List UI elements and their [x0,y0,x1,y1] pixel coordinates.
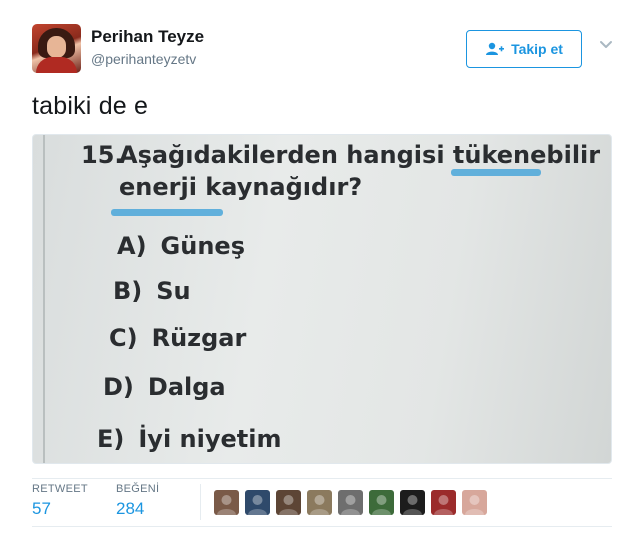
option-e: E) İyi niyetim [97,425,281,453]
retweet-count[interactable]: 57 [32,499,88,519]
follow-button[interactable]: Takip et [466,30,582,68]
tweet-header: Perihan Teyze @perihanteyzetv Takip et [32,24,612,76]
retweet-stat[interactable]: RETWEET 57 [32,483,88,519]
user-avatar-icon[interactable] [245,490,270,515]
likers-list [214,490,487,515]
add-user-icon [486,42,505,55]
question-number: 15. [81,141,124,169]
highlight-mark-2 [111,209,223,216]
highlight-mark-1 [451,169,541,176]
tweet-text: tabiki de e [32,92,149,120]
option-a: A) Güneş [117,232,245,260]
likes-count[interactable]: 284 [116,499,159,519]
option-text: Rüzgar [151,324,247,352]
stats-separator [200,484,201,520]
stats-divider-top [32,478,612,479]
option-letter: E) [97,425,125,453]
option-letter: B) [113,277,143,305]
option-text: Su [156,277,191,305]
user-avatar-icon[interactable] [214,490,239,515]
user-avatar-icon[interactable] [369,490,394,515]
user-avatar-icon[interactable] [276,490,301,515]
avatar[interactable] [32,24,81,73]
chevron-down-icon[interactable] [598,36,614,52]
user-avatar-icon[interactable] [338,490,363,515]
option-text: Dalga [147,373,226,401]
user-avatar-icon[interactable] [431,490,456,515]
question-line-2: enerji kaynağıdır? [119,173,363,201]
option-b: B) Su [113,277,191,305]
option-text: İyi niyetim [138,425,282,453]
user-name[interactable]: Perihan Teyze [91,27,204,47]
option-d: D) Dalga [103,373,226,401]
follow-button-label: Takip et [511,41,563,57]
option-text: Güneş [160,232,245,260]
tweet-photo[interactable]: 15. Aşağıdakilerden hangisi tükenebilir … [32,134,612,464]
question-line-1: Aşağıdakilerden hangisi tükenebilir [119,141,601,169]
retweet-label: RETWEET [32,483,88,495]
user-avatar-icon[interactable] [400,490,425,515]
option-c: C) Rüzgar [109,324,246,352]
option-letter: A) [117,232,147,260]
notebook-margin-line [43,135,45,463]
option-letter: C) [109,324,138,352]
user-avatar-icon[interactable] [307,490,332,515]
option-letter: D) [103,373,134,401]
avatar-body [36,57,77,73]
avatar-face [47,36,66,58]
user-handle[interactable]: @perihanteyzetv [91,51,196,67]
likes-stat[interactable]: BEĞENİ 284 [116,483,159,519]
likes-label: BEĞENİ [116,483,160,495]
user-avatar-icon[interactable] [462,490,487,515]
stats-divider-bottom [32,526,612,527]
